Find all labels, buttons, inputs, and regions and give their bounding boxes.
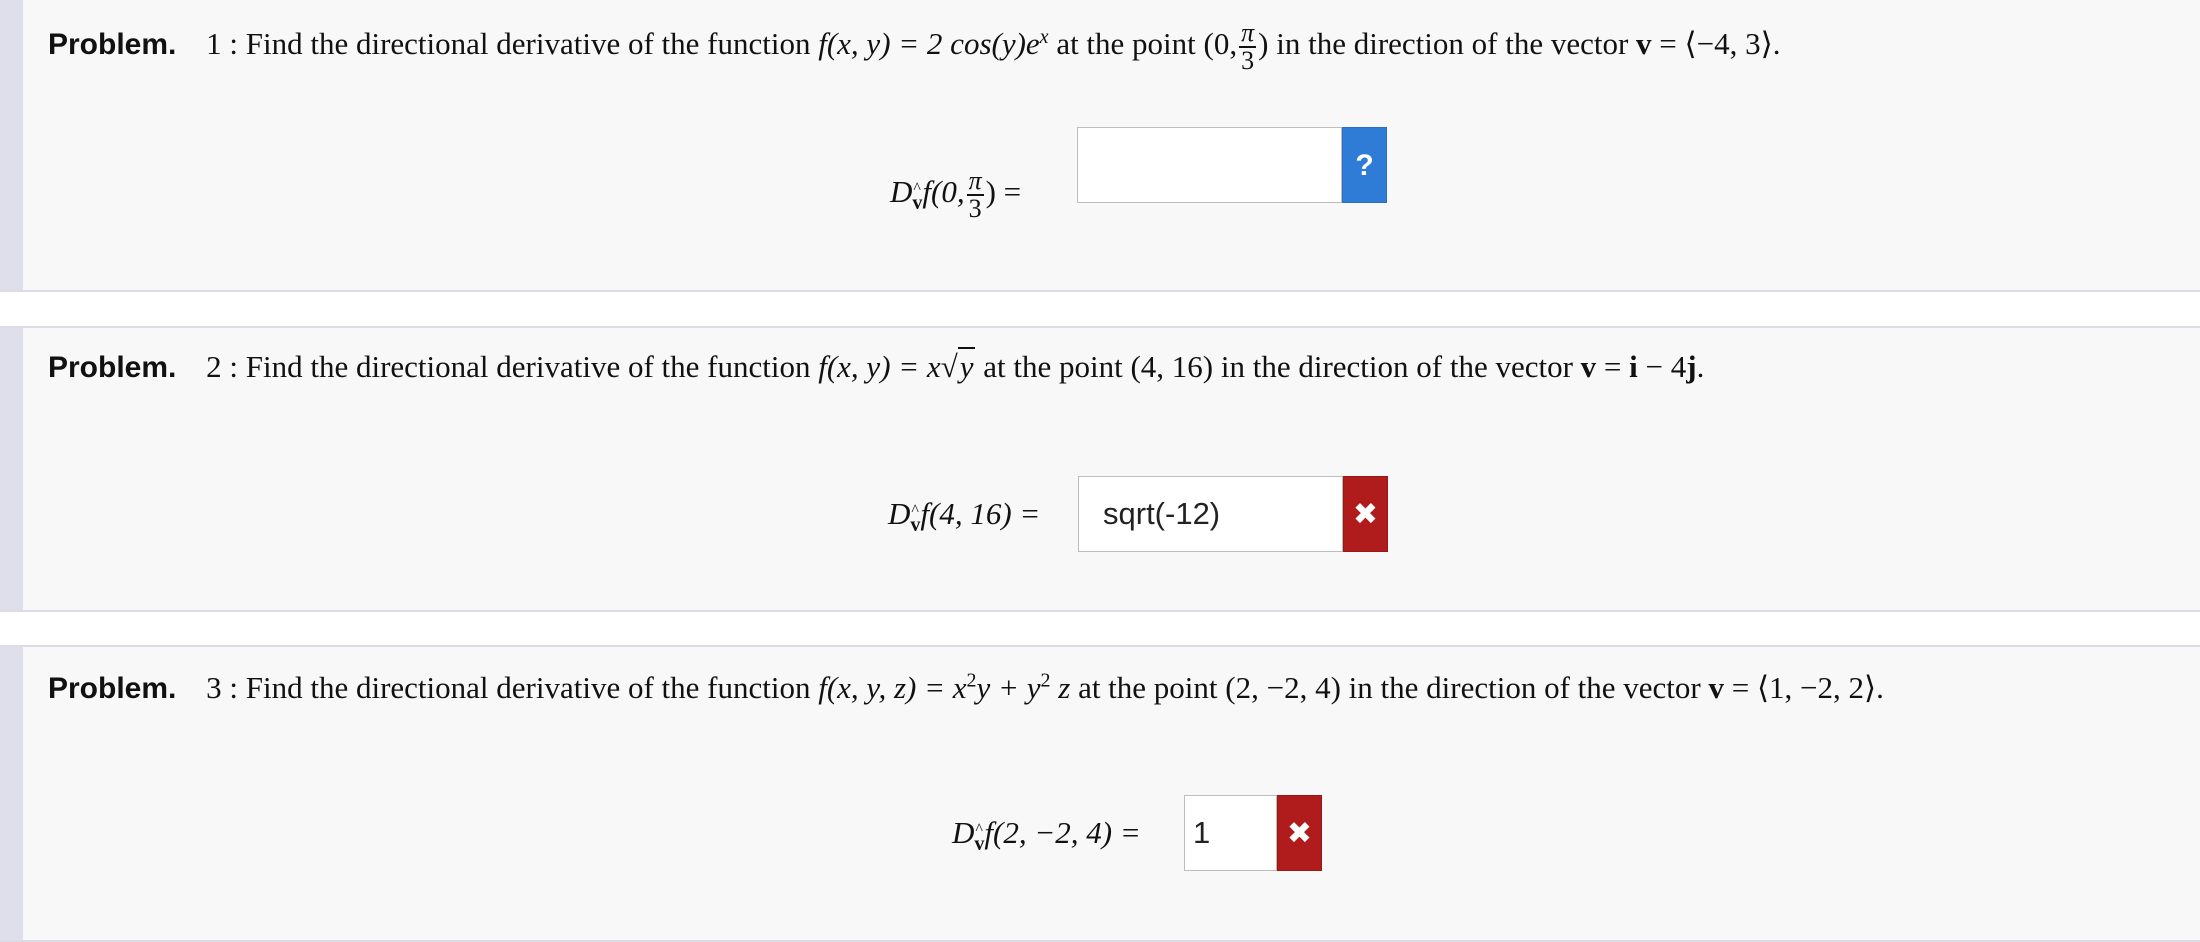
problem-2-function-sqrt: y (957, 347, 976, 384)
problem-1-answer-input[interactable] (1077, 127, 1342, 203)
problem-3-function-sup1: 2 (966, 669, 977, 692)
problem-3-answer-lhs: Dvf(2, −2, 4) = (952, 810, 1141, 864)
problem-3-intro: Find the directional derivative of the f… (245, 670, 811, 705)
problem-1-statement: Problem. 1 : Find the directional deriva… (48, 20, 1780, 74)
problem-3-function: f(x, y, z) = x (818, 670, 967, 705)
problem-3-left-bar (0, 647, 23, 940)
problem-1-lhs-args-close: ) = (985, 174, 1022, 210)
problem-1-point-fraction-den: 3 (1241, 46, 1255, 75)
problem-3-statement: Problem. 3 : Find the directional deriva… (48, 668, 1884, 709)
problem-1-left-bar (0, 0, 23, 290)
problem-2-lhs-prefix: D (888, 496, 911, 531)
problem-3-function-end: z (1058, 670, 1071, 705)
problem-3-number: 3 : (206, 670, 238, 705)
problem-1-lhs-prefix: D (890, 174, 913, 210)
problem-1-point-fraction-num: π (1239, 18, 1257, 48)
problem-2-vector-minus: − 4 (1637, 349, 1687, 384)
problem-1-point-end: ) (1258, 26, 1269, 62)
problem-1-direction-text: in the direction of the vector (1276, 26, 1629, 62)
problem-2-answer-lhs: Dvf(4, 16) = (888, 491, 1041, 545)
problem-3-function-sup2: 2 (1040, 669, 1051, 692)
problem-2-lhs-args: f(4, 16) = (920, 496, 1041, 531)
problem-1-vector-name: v (1636, 26, 1652, 62)
problem-2-point-text: at the point (4, 16) in the direction of… (983, 349, 1573, 384)
problem-3-function-mid: y + y (976, 670, 1041, 705)
problem-2-function: f(x, y) = x (818, 349, 941, 384)
problem-2-vector-name: v (1580, 349, 1597, 384)
problem-2-number: 2 : (206, 349, 238, 384)
problem-3-answer-input[interactable] (1184, 795, 1277, 871)
problem-2-statement: Problem. 2 : Find the directional deriva… (48, 347, 1705, 384)
problem-2-vector-j: j (1686, 349, 1697, 384)
problem-2-intro: Find the directional derivative of the f… (245, 349, 811, 384)
problem-2-lhs-subscript: v (910, 491, 920, 545)
problem-1-vector-value: = ⟨−4, 3⟩. (1659, 26, 1781, 62)
problem-1-label: Problem. (48, 28, 177, 62)
problem-1-answer-lhs: Dvf(0,π3) = (890, 168, 1021, 223)
problem-2-vector-end: . (1696, 349, 1705, 384)
problem-1-lhs-args-open: f(0, (922, 174, 965, 210)
problem-2-answer-input[interactable] (1078, 476, 1343, 552)
problem-1-intro: Find the directional derivative of the f… (245, 26, 811, 62)
problem-3-label: Problem. (48, 672, 177, 705)
problem-1-help-button[interactable]: ? (1342, 127, 1387, 203)
problem-3-vector-value: = ⟨1, −2, 2⟩. (1731, 670, 1884, 705)
problem-1-lhs-fraction-den: 3 (968, 194, 982, 223)
problem-1-lhs-subscript: v (912, 169, 922, 223)
problem-1-number: 1 : (206, 26, 238, 62)
problem-2-label: Problem. (48, 351, 177, 384)
problem-3-lhs-subscript: v (974, 810, 984, 864)
problem-1-lhs-fraction: π3 (966, 166, 984, 223)
problem-1-function-exponent: x (1039, 25, 1049, 48)
problem-3-lhs-prefix: D (952, 815, 975, 850)
problem-2-left-bar (0, 328, 23, 610)
problem-1-function: f(x, y) = 2 cos(y)e (818, 26, 1040, 62)
problem-3-incorrect-icon[interactable]: ✖ (1277, 795, 1322, 871)
problem-1-lhs-fraction-num: π (966, 166, 984, 196)
problem-2-vector-i: i (1629, 349, 1638, 384)
problem-3-point-text: at the point (2, −2, 4) in the direction… (1078, 670, 1701, 705)
problem-3-vector-name: v (1708, 670, 1724, 705)
problem-2-incorrect-icon[interactable]: ✖ (1343, 476, 1388, 552)
problem-1-point-text: at the point (0, (1056, 26, 1238, 62)
problem-1-point-fraction: π3 (1239, 18, 1257, 75)
problem-3-lhs-args: f(2, −2, 4) = (984, 815, 1141, 850)
